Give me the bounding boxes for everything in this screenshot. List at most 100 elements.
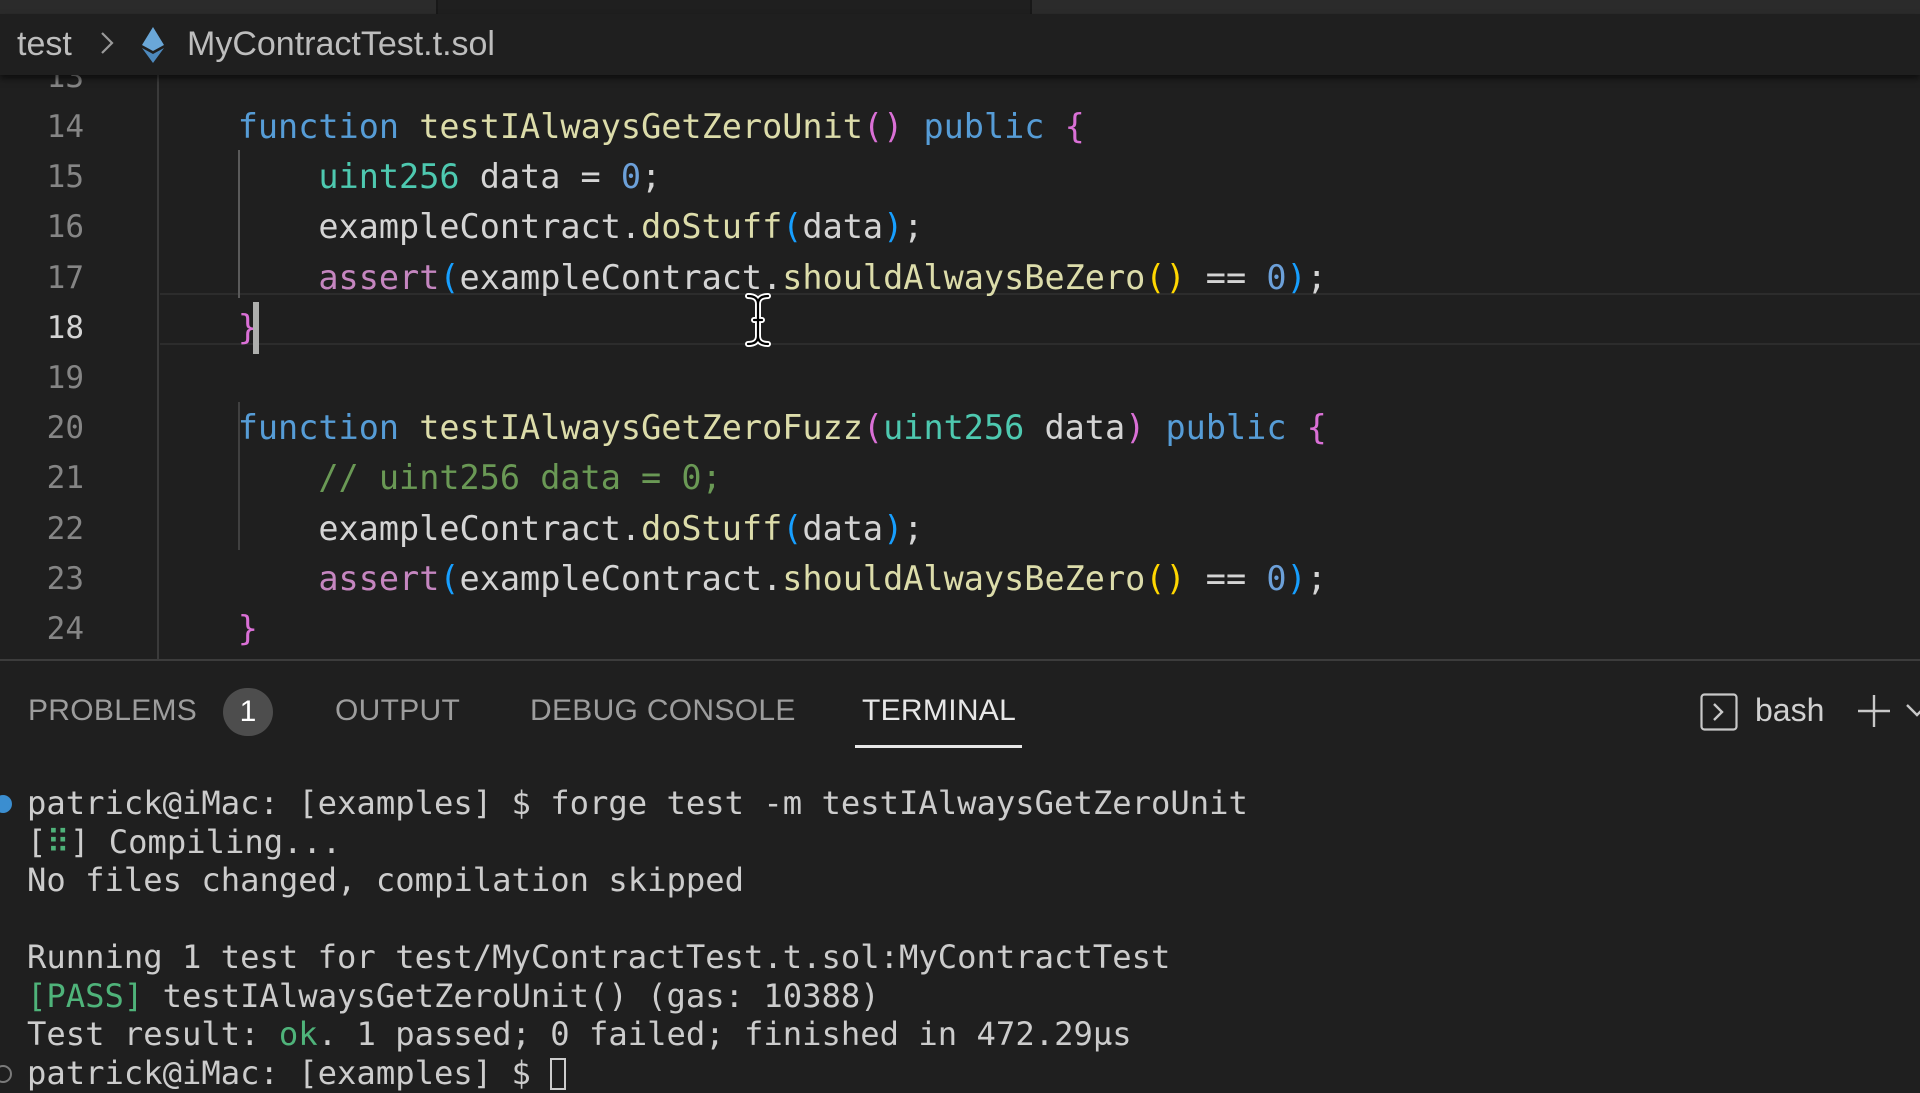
terminal-text: patrick@iMac: [examples] $ (27, 1053, 551, 1092)
code-token: function (237, 408, 400, 448)
code-token: ; (1306, 558, 1327, 598)
terminal-name[interactable]: bash (1755, 690, 1824, 730)
terminal-text: [ (27, 822, 47, 861)
terminal-line: patrick@iMac: [examples] $ forge test -m… (0, 784, 1248, 823)
code-token: 0 (620, 157, 642, 197)
code-line: 16 exampleContract.doStuff(data); (0, 202, 1920, 252)
code-token: shouldAlwaysBeZero (782, 257, 1146, 297)
breadcrumb-file[interactable]: MyContractTest.t.sol (187, 24, 495, 64)
code-token: ) (883, 508, 904, 548)
code-token: ; (903, 508, 924, 548)
code-token: uint256 (883, 408, 1025, 448)
code-token: shouldAlwaysBeZero (782, 558, 1146, 598)
code-token: ) (1286, 257, 1307, 297)
code-line: 20 function testIAlwaysGetZeroFuzz(uint2… (0, 403, 1920, 453)
plus-icon[interactable] (1856, 693, 1892, 729)
terminal-line: [PASS] testIAlwaysGetZeroUnit() (gas: 10… (27, 977, 880, 1016)
tab-terminal[interactable]: TERMINAL (862, 691, 1016, 731)
code-token: ( (439, 257, 460, 297)
text-caret (253, 302, 259, 354)
code-line: 18 } (0, 303, 1920, 353)
line-number: 14 (46, 109, 84, 145)
code-text: uint256 data = 0; (157, 152, 661, 202)
code-text: function testIAlwaysGetZeroUnit() public… (157, 102, 1085, 152)
terminal-cursor (550, 1057, 567, 1090)
line-number: 19 (46, 360, 84, 396)
terminal-icon[interactable] (1700, 693, 1738, 731)
tab-output[interactable]: OUTPUT (335, 691, 460, 731)
code-token: () (862, 107, 904, 146)
command-status-dot[interactable] (0, 795, 12, 813)
code-line: 14 function testIAlwaysGetZeroUnit() pub… (0, 102, 1920, 152)
terminal-text: Test result: (27, 1015, 279, 1053)
line-number: 22 (46, 510, 84, 547)
line-number: 18 (46, 309, 84, 346)
line-number: 13 (46, 75, 84, 95)
code-token: { (1306, 408, 1327, 448)
line-number: 24 (46, 611, 84, 647)
code-line: 13 (0, 75, 1920, 102)
terminal-text: [PASS] (27, 976, 144, 1015)
code-token: public (923, 107, 1045, 146)
editor-tab-active[interactable] (438, 0, 1030, 14)
code-token: function (237, 107, 400, 146)
code-token: // uint256 data = 0; (318, 458, 722, 498)
code-token: testIAlwaysGetZeroFuzz (419, 408, 863, 448)
code-token: ( (439, 558, 460, 598)
code-token: ) (1286, 558, 1307, 598)
terminal-line: Running 1 test for test/MyContractTest.t… (27, 938, 1170, 977)
terminal-line: [⠿] Compiling... (27, 823, 341, 862)
code-text: // uint256 data = 0; (157, 453, 722, 503)
code-editor[interactable]: 13 14 function testIAlwaysGetZeroUnit() … (0, 75, 1920, 659)
code-text: function testIAlwaysGetZeroFuzz(uint256 … (157, 403, 1327, 453)
terminal-text: ⠿ (46, 822, 70, 861)
code-text: } (157, 303, 258, 353)
code-token: doStuff (641, 207, 783, 247)
ethereum-file-icon (142, 27, 164, 63)
code-token: data (1024, 408, 1126, 448)
mouse-ibeam-cursor-icon (745, 293, 771, 347)
code-text: } (157, 604, 258, 654)
breadcrumb-folder[interactable]: test (17, 24, 72, 64)
editor-tab[interactable] (0, 0, 436, 14)
code-line: 17 assert(exampleContract.shouldAlwaysBe… (0, 253, 1920, 303)
bottom-panel: PROBLEMS 1 OUTPUT DEBUG CONSOLE TERMINAL… (0, 659, 1920, 1092)
code-token: 0 (1266, 257, 1287, 297)
code-token: ( (862, 408, 884, 448)
code-text: assert(exampleContract.shouldAlwaysBeZer… (157, 253, 1326, 303)
tab-debug-console[interactable]: DEBUG CONSOLE (530, 691, 796, 731)
code-token: assert (318, 558, 440, 598)
editor-tab[interactable] (1032, 0, 1920, 14)
code-token: ( (782, 508, 803, 548)
terminal-text: No files changed, compilation skipped (27, 861, 745, 899)
terminal-text: . 1 passed; 0 failed; finished in 472.29… (317, 1015, 1132, 1053)
code-token: doStuff (641, 508, 783, 548)
code-token: uint256 (318, 157, 460, 197)
code-token: () (1145, 558, 1186, 598)
code-token: data (802, 207, 884, 247)
code-token: } (237, 609, 258, 648)
line-number: 21 (46, 460, 84, 497)
line-number: 16 (46, 209, 84, 246)
code-token: == (1185, 257, 1267, 297)
line-number: 23 (46, 560, 84, 597)
code-text: exampleContract.doStuff(data); (157, 202, 923, 252)
code-line: 21 // uint256 data = 0; (0, 453, 1920, 503)
code-token: testIAlwaysGetZeroUnit (419, 107, 863, 146)
code-token: ) (883, 207, 904, 247)
tab-problems[interactable]: PROBLEMS (28, 691, 197, 731)
code-token: ; (641, 157, 662, 197)
active-tab-indicator (855, 745, 1022, 748)
terminal-text: patrick@iMac: [examples] $ forge test -m… (27, 784, 1248, 822)
chevron-down-icon[interactable] (1905, 699, 1920, 723)
code-token: assert (318, 257, 440, 297)
code-token: public (1165, 408, 1287, 448)
